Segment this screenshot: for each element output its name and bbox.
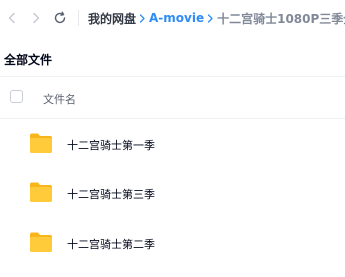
toolbar-divider [78,10,79,26]
breadcrumb-parent[interactable]: A-movie [149,11,204,25]
breadcrumb-root[interactable]: 我的网盘 [88,10,136,27]
folder-icon [30,182,52,202]
list-item[interactable]: 十二宫骑士第三季 [0,170,345,216]
top-toolbar: 我的网盘 A-movie 十二宫骑士1080P三季全 [0,0,345,36]
list-item[interactable]: 十二宫骑士第二季 [0,220,345,266]
refresh-button[interactable] [50,8,70,28]
divider [0,118,345,119]
forward-button[interactable] [26,8,46,28]
file-name[interactable]: 十二宫骑士第一季 [67,137,155,153]
folder-icon [30,232,52,252]
page-title: 全部文件 [4,53,53,67]
chevron-right-icon [33,12,40,24]
file-name[interactable]: 十二宫骑士第二季 [67,236,155,252]
chevron-right-icon [139,13,146,23]
back-button[interactable] [2,8,22,28]
list-item[interactable]: 十二宫骑士第一季 [0,121,345,167]
breadcrumb-current: 十二宫骑士1080P三季全 [217,11,345,26]
folder-icon [30,133,52,153]
chevron-left-icon [8,12,15,24]
list-header: 文件名 [0,77,345,118]
breadcrumb: 我的网盘 A-movie 十二宫骑士1080P三季全 [88,10,345,26]
name-column-header[interactable]: 文件名 [43,91,76,107]
select-all-checkbox[interactable] [10,90,23,103]
file-name[interactable]: 十二宫骑士第三季 [67,186,155,202]
refresh-icon [54,11,66,24]
chevron-right-icon [207,13,214,23]
